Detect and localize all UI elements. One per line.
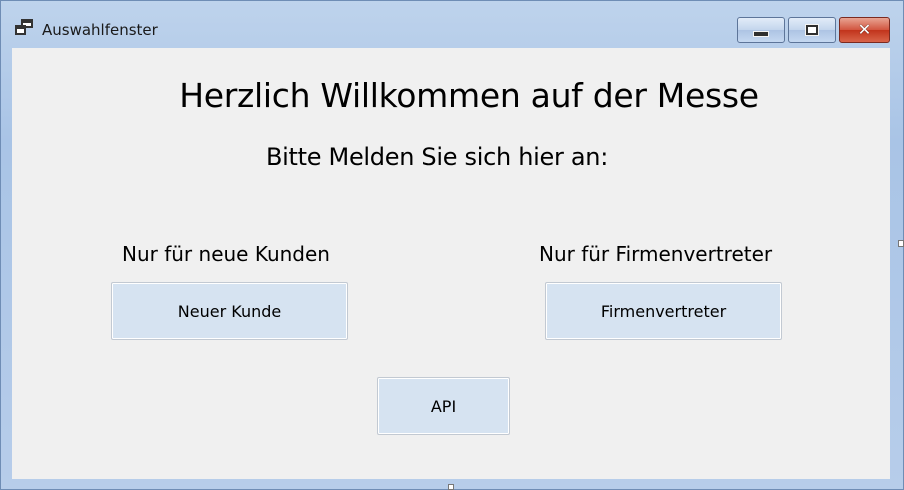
page-subtitle: Bitte Melden Sie sich hier an: <box>266 143 608 171</box>
new-customer-button[interactable]: Neuer Kunde <box>111 282 348 340</box>
minimize-button[interactable] <box>737 17 785 43</box>
title-bar[interactable]: Auswahlfenster ✕ <box>1 1 903 45</box>
application-window: Auswahlfenster ✕ Herzlich Willkommen auf… <box>0 0 904 490</box>
maximize-icon <box>805 24 819 36</box>
representative-button[interactable]: Firmenvertreter <box>545 282 782 340</box>
bottom-resize-handle[interactable] <box>448 484 454 490</box>
new-customers-label: Nur für neue Kunden <box>122 242 330 266</box>
close-icon: ✕ <box>857 20 872 39</box>
client-area: Herzlich Willkommen auf der Messe Bitte … <box>12 48 890 479</box>
app-window-icon[interactable] <box>15 19 35 37</box>
page-title: Herzlich Willkommen auf der Messe <box>179 76 759 115</box>
representatives-label: Nur für Firmenvertreter <box>539 242 773 266</box>
window-title: Auswahlfenster <box>42 21 158 39</box>
right-resize-handle[interactable] <box>898 240 904 247</box>
api-button[interactable]: API <box>377 377 510 435</box>
maximize-button[interactable] <box>788 17 836 43</box>
app-icon-front-pane <box>15 25 26 35</box>
minimize-icon <box>753 31 769 37</box>
close-button[interactable]: ✕ <box>839 17 890 43</box>
